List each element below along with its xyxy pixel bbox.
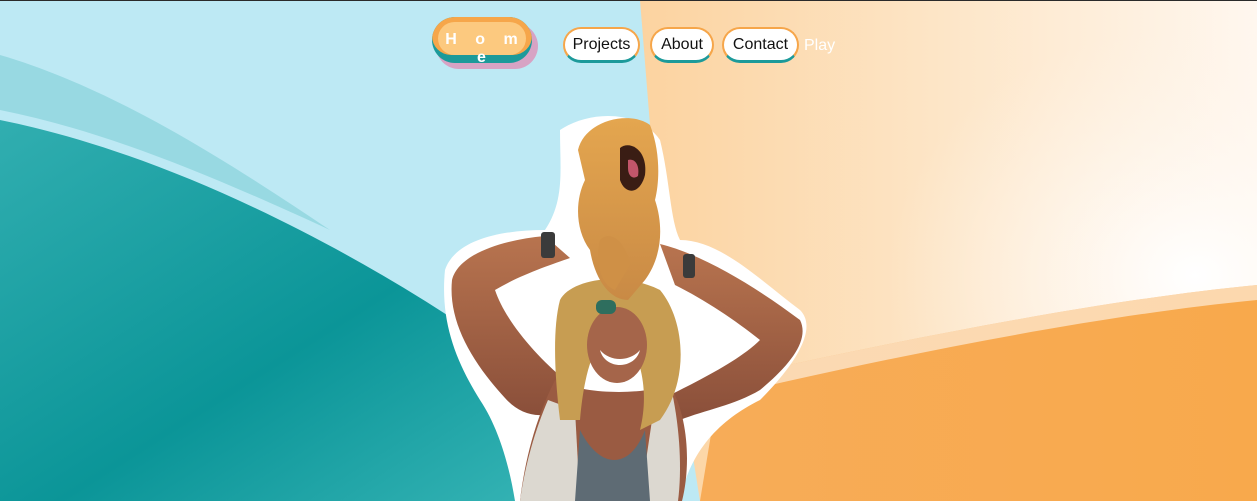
nav-projects-label: Projects (572, 35, 631, 53)
nav-projects-button[interactable]: Projects (563, 27, 640, 63)
nav-about-label: About (661, 35, 703, 53)
main-nav: H o m e Projects About Contact Play (0, 17, 1257, 77)
home-button-label: H o m e (445, 31, 525, 66)
nav-about-button[interactable]: About (650, 27, 714, 63)
nav-contact-button[interactable]: Contact (722, 27, 799, 63)
nav-contact-label: Contact (732, 35, 789, 53)
nav-play-link[interactable]: Play (804, 37, 835, 55)
home-button[interactable]: H o m e (432, 17, 540, 71)
top-border (0, 0, 1257, 1)
